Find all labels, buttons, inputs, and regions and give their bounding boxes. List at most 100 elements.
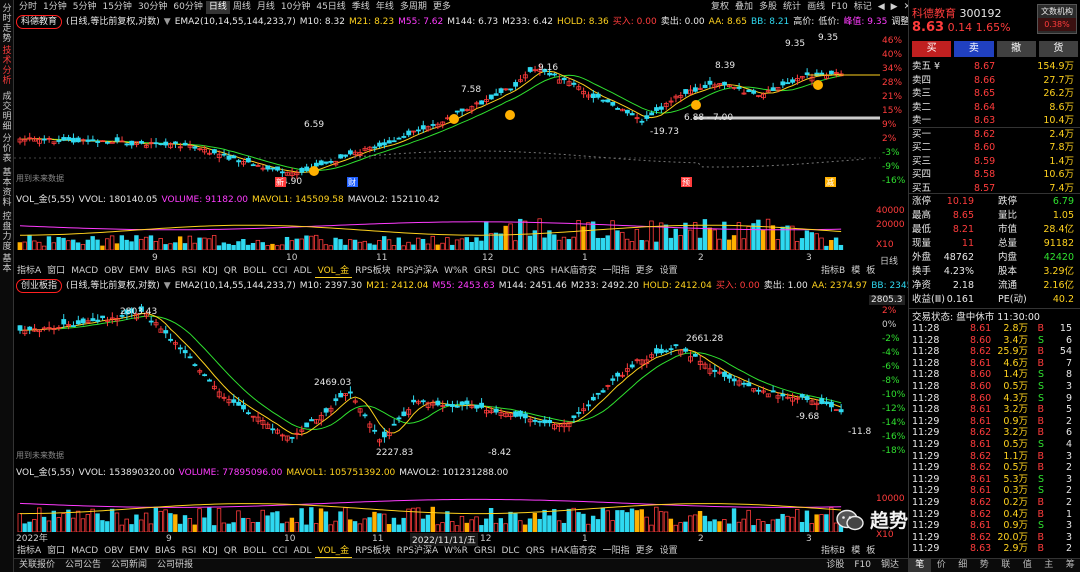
indicator-tab-13[interactable]: RPS板块 xyxy=(352,265,393,277)
quote-action-1[interactable]: 卖 xyxy=(954,41,994,57)
period-1[interactable]: 1分钟 xyxy=(40,1,70,14)
ask-row[interactable]: 卖三 8.65 26.2万 xyxy=(912,87,1078,101)
tab-trade-details[interactable]: 成交明细 xyxy=(1,92,13,132)
indicator-tab-lower-16[interactable]: GRSI xyxy=(471,545,499,557)
quote-footer-tab-1[interactable]: 价 xyxy=(931,559,953,572)
tab-intraday[interactable]: 分时走势 xyxy=(1,4,13,44)
ask-row[interactable]: 卖五 ¥ 8.67 154.9万 xyxy=(912,60,1078,74)
bid-row[interactable]: 买一 8.62 2.4万 xyxy=(912,128,1078,142)
bottom-tab-2[interactable]: 公司新闻 xyxy=(106,559,152,572)
indicator-tab-17[interactable]: DLC xyxy=(498,265,522,277)
period-2[interactable]: 5分钟 xyxy=(70,1,100,14)
indicator-tab-14[interactable]: RPS沪深A xyxy=(394,265,442,277)
indicator-tab-lower-17[interactable]: DLC xyxy=(498,545,522,557)
indicator-right-1[interactable]: 模 xyxy=(848,265,863,277)
event-marker[interactable]: 减 xyxy=(826,177,834,187)
indicator-tab-18[interactable]: QRS xyxy=(523,265,548,277)
ask-row[interactable]: 卖四 8.66 27.7万 xyxy=(912,74,1078,88)
indicator-tab-21[interactable]: 更多 xyxy=(633,265,657,277)
indicator-tab-lower-13[interactable]: RPS板块 xyxy=(352,545,393,557)
indicator-tab-lower-2[interactable]: MACD xyxy=(68,545,101,557)
indicator-right-2[interactable]: 板 xyxy=(863,545,878,557)
indicator-tab-lower-19[interactable]: HAK庙奇安 xyxy=(548,545,600,557)
bottom-tab-0[interactable]: 关联报价 xyxy=(14,559,60,572)
event-marker[interactable]: 财 xyxy=(348,177,356,187)
toolbar-item-4[interactable]: 画线 xyxy=(804,1,828,14)
indicator-tab-lower-5[interactable]: BIAS xyxy=(152,545,179,557)
event-marker[interactable]: 新 xyxy=(276,177,284,187)
tab-price-distribution[interactable]: 分价表 xyxy=(1,134,13,164)
ask-row[interactable]: 卖一 8.63 10.4万 xyxy=(912,114,1078,128)
period-4[interactable]: 30分钟 xyxy=(135,1,170,14)
period-14[interactable]: 更多 xyxy=(430,1,454,14)
indicator-tab-2[interactable]: MACD xyxy=(68,265,101,277)
toolbar-item-8[interactable]: ▶ xyxy=(888,1,901,14)
toolbar-item-2[interactable]: 多股 xyxy=(756,1,780,14)
indicator-tab-lower-22[interactable]: 设置 xyxy=(657,545,681,557)
tab-control[interactable]: 控盘力度 xyxy=(1,212,13,252)
indicator-tab-4[interactable]: EMV xyxy=(126,265,152,277)
indicator-tab-19[interactable]: HAK庙奇安 xyxy=(548,265,600,277)
index-name-label[interactable]: 创业板指 xyxy=(16,279,63,293)
quote-footer-tab-6[interactable]: 主 xyxy=(1038,559,1060,572)
bid-row[interactable]: 买三 8.59 1.4万 xyxy=(912,155,1078,169)
indicator-right-0[interactable]: 指标B xyxy=(818,545,848,557)
quote-footer-tab-0[interactable]: 笔 xyxy=(909,559,931,572)
indicator-tab-22[interactable]: 设置 xyxy=(657,265,681,277)
settings-icon[interactable]: ▼ xyxy=(164,17,171,27)
period-3[interactable]: 15分钟 xyxy=(99,1,134,14)
quote-action-0[interactable]: 买 xyxy=(912,41,952,57)
upper-volume-chart[interactable] xyxy=(14,206,880,250)
indicator-tab-5[interactable]: BIAS xyxy=(152,265,179,277)
period-10[interactable]: 45日线 xyxy=(313,1,348,14)
bottom-tab-3[interactable]: 公司研报 xyxy=(152,559,198,572)
tab-basic[interactable]: 基本 xyxy=(1,254,13,274)
indicator-tab-lower-18[interactable]: QRS xyxy=(523,545,548,557)
indicator-tab-3[interactable]: OBV xyxy=(101,265,126,277)
quote-footer-tab-4[interactable]: 联 xyxy=(995,559,1017,572)
indicator-tab-lower-1[interactable]: 窗口 xyxy=(44,545,68,557)
toolbar-item-5[interactable]: F10 xyxy=(828,1,851,14)
period-8[interactable]: 月线 xyxy=(254,1,278,14)
indicator-tab-1[interactable]: 窗口 xyxy=(44,265,68,277)
day-label[interactable]: 日线 xyxy=(880,254,898,267)
indicator-tab-11[interactable]: ADL xyxy=(290,265,314,277)
ask-row[interactable]: 卖二 8.64 8.6万 xyxy=(912,101,1078,115)
quote-footer-tab-5[interactable]: 值 xyxy=(1017,559,1039,572)
quote-footer-tab-2[interactable]: 细 xyxy=(952,559,974,572)
indicator-right-2[interactable]: 板 xyxy=(863,265,878,277)
indicator-tab-lower-3[interactable]: OBV xyxy=(101,545,126,557)
period-0[interactable]: 分时 xyxy=(16,1,40,14)
indicator-tab-lower-12[interactable]: VOL_金 xyxy=(314,545,353,558)
period-13[interactable]: 多周期 xyxy=(397,1,430,14)
upper-candlestick-chart[interactable]: 6.59 7.58 9.16 8.39 9.35 9.35 -19.73 6.88 - 7.0… xyxy=(14,27,880,193)
quote-action-3[interactable]: 货 xyxy=(1038,41,1078,57)
indicator-tab-lower-11[interactable]: ADL xyxy=(290,545,314,557)
indicator-right-0[interactable]: 指标B xyxy=(818,265,848,277)
indicator-tab-lower-4[interactable]: EMV xyxy=(126,545,152,557)
indicator-tab-12[interactable]: VOL_金 xyxy=(314,265,353,278)
indicator-tab-15[interactable]: W%R xyxy=(441,265,471,277)
bottom-right-2[interactable]: 钢达 xyxy=(876,559,904,572)
period-6[interactable]: 日线 xyxy=(205,1,230,14)
indicator-tab-lower-15[interactable]: W%R xyxy=(441,545,471,557)
toolbar-item-0[interactable]: 复权 xyxy=(708,1,732,14)
indicator-tab-lower-10[interactable]: CCI xyxy=(269,545,290,557)
indicator-tab-10[interactable]: CCI xyxy=(269,265,290,277)
toolbar-item-1[interactable]: 叠加 xyxy=(732,1,756,14)
indicator-tab-lower-0[interactable]: 指标A xyxy=(14,545,44,557)
indicator-tab-7[interactable]: KDJ xyxy=(199,265,221,277)
tab-technical[interactable]: 技术分析 xyxy=(1,46,13,86)
quote-footer-tab-3[interactable]: 势 xyxy=(974,559,996,572)
bottom-tab-1[interactable]: 公司公告 xyxy=(60,559,106,572)
indicator-tab-lower-6[interactable]: RSI xyxy=(179,545,200,557)
period-5[interactable]: 60分钟 xyxy=(170,1,205,14)
lower-candlestick-chart[interactable]: 2803.43 2469.03 2661.28 2227.83 -8.42 -9.68 -1… xyxy=(14,292,880,462)
bottom-right-1[interactable]: F10 xyxy=(849,559,876,572)
bid-row[interactable]: 买四 8.58 10.6万 xyxy=(912,168,1078,182)
quote-action-2[interactable]: 撤 xyxy=(996,41,1036,57)
period-7[interactable]: 周线 xyxy=(230,1,254,14)
indicator-tab-lower-9[interactable]: BOLL xyxy=(240,545,269,557)
indicator-tab-lower-8[interactable]: QR xyxy=(221,545,240,557)
indicator-tab-6[interactable]: RSI xyxy=(179,265,200,277)
